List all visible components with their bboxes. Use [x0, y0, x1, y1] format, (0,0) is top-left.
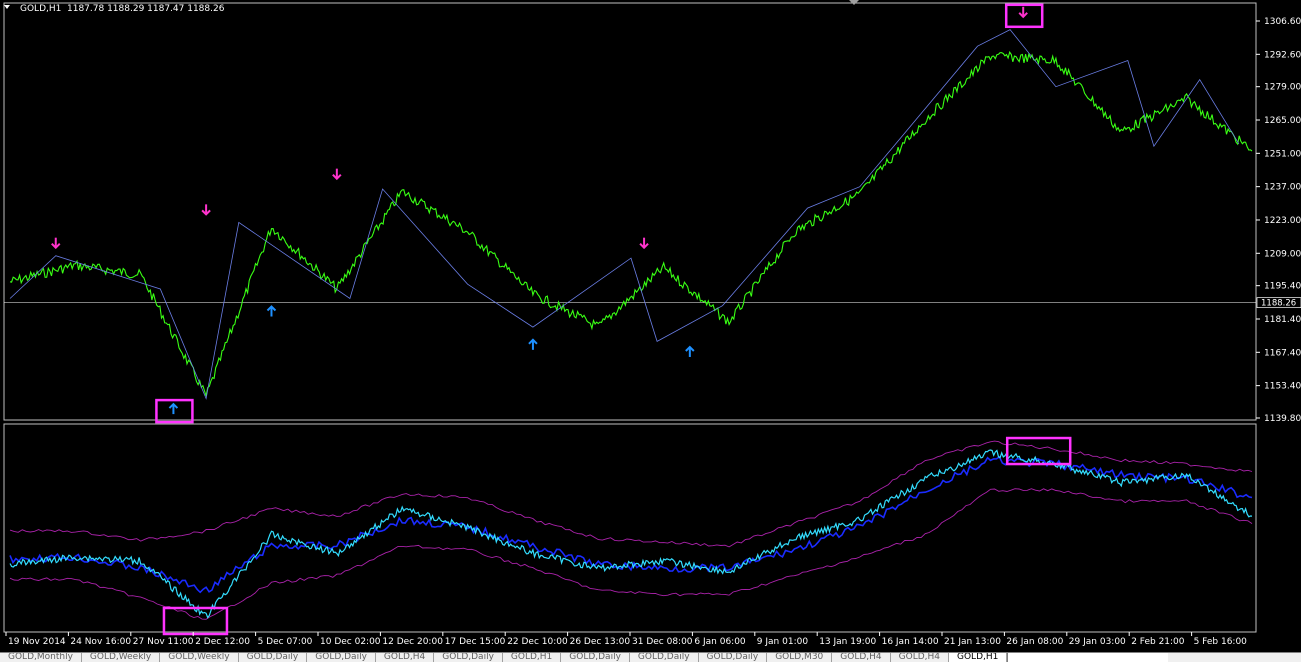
- buy-arrow-icon: [168, 402, 179, 415]
- time-tick-label: 6 Jan 06:00: [694, 637, 746, 647]
- price-axis: 1306.60 1292.60 1279.00 1265.00 1251.00 1237.…: [1256, 17, 1301, 424]
- sell-arrow-icon: [201, 204, 211, 216]
- ohlc-values: 1187.78 1188.29 1187.47 1188.26: [67, 4, 225, 14]
- buy-arrow-icon: [528, 338, 538, 350]
- time-tick-label: 2 Dec 12:00: [195, 637, 250, 647]
- oscillator-panel-frame: [3, 423, 1257, 633]
- time-tick-label: 21 Jan 13:00: [944, 637, 1001, 647]
- price-tick-label: 1279.00: [1264, 83, 1301, 93]
- price-tick-label: 1292.60: [1264, 50, 1301, 60]
- triangle-down-icon[interactable]: [4, 5, 10, 9]
- price-panel-frame: [3, 2, 1257, 421]
- oscillator-lower-band: [9, 488, 1253, 620]
- sell-arrow-icon: [51, 237, 61, 250]
- time-tick-label: 9 Jan 01:00: [757, 637, 809, 647]
- oscillator-highlight-box: [162, 606, 229, 636]
- time-tick-label: 19 Nov 2014: [8, 637, 66, 647]
- oscillator-upper-band: [9, 440, 1253, 548]
- oscillator-ma-line: [9, 455, 1253, 594]
- price-tick-label: 1209.00: [1264, 249, 1301, 259]
- time-tick-label: 17 Dec 15:00: [445, 637, 506, 647]
- symbol-label: GOLD,H1: [20, 4, 61, 14]
- chart-canvas[interactable]: 1306.60 1292.60 1279.00 1265.00 1251.00 1237.…: [0, 0, 1301, 652]
- oscillator-panel[interactable]: [3, 423, 1257, 636]
- price-tick-label: 1195.40: [1264, 282, 1301, 292]
- oscillator-main-line: [9, 449, 1253, 619]
- sell-arrow-icon: [332, 168, 342, 181]
- time-tick-label: 24 Nov 16:00: [70, 637, 131, 647]
- time-tick-label: 2 Feb 21:00: [1131, 637, 1185, 647]
- time-tick-label: 12 Dec 20:00: [382, 637, 443, 647]
- price-tick-label: 1306.60: [1264, 17, 1301, 27]
- time-tick-label: 29 Jan 03:00: [1069, 637, 1126, 647]
- price-tick-label: 1153.40: [1264, 382, 1301, 392]
- price-series-line[interactable]: [9, 50, 1253, 397]
- sell-arrow-icon: [639, 237, 649, 250]
- current-price-label: 1188.26: [1261, 299, 1296, 309]
- time-tick-label: 10 Dec 02:00: [320, 637, 381, 647]
- price-tick-label: 1265.00: [1264, 116, 1301, 126]
- time-tick-label: 26 Jan 08:00: [1006, 637, 1063, 647]
- time-tick-label: 22 Dec 10:00: [507, 637, 568, 647]
- time-tick-label: 27 Nov 11:00: [133, 637, 194, 647]
- time-tick-label: 5 Feb 16:00: [1194, 637, 1248, 647]
- price-tick-label: 1223.00: [1264, 216, 1301, 226]
- time-tick-label: 31 Dec 08:00: [632, 637, 693, 647]
- chart-header: GOLD,H1 1187.78 1188.29 1187.47 1188.26: [4, 4, 225, 14]
- price-tick-label: 1237.00: [1264, 183, 1301, 193]
- sell-arrow-icon: [1018, 6, 1028, 19]
- time-tick-label: 13 Jan 19:00: [819, 637, 876, 647]
- buy-arrow-icon: [685, 345, 695, 357]
- time-tick-label: 26 Dec 13:00: [570, 637, 631, 647]
- time-tick-label: 5 Dec 07:00: [258, 637, 313, 647]
- price-tick-label: 1139.80: [1264, 414, 1301, 424]
- price-tick-label: 1167.40: [1264, 348, 1301, 358]
- buy-arrow-icon: [266, 305, 277, 317]
- price-tick-label: 1251.00: [1264, 149, 1301, 159]
- zigzag-line: [9, 29, 1240, 400]
- price-panel[interactable]: [3, 2, 1257, 424]
- price-tick-label: 1181.40: [1264, 315, 1301, 325]
- time-tick-label: 16 Jan 14:00: [882, 637, 939, 647]
